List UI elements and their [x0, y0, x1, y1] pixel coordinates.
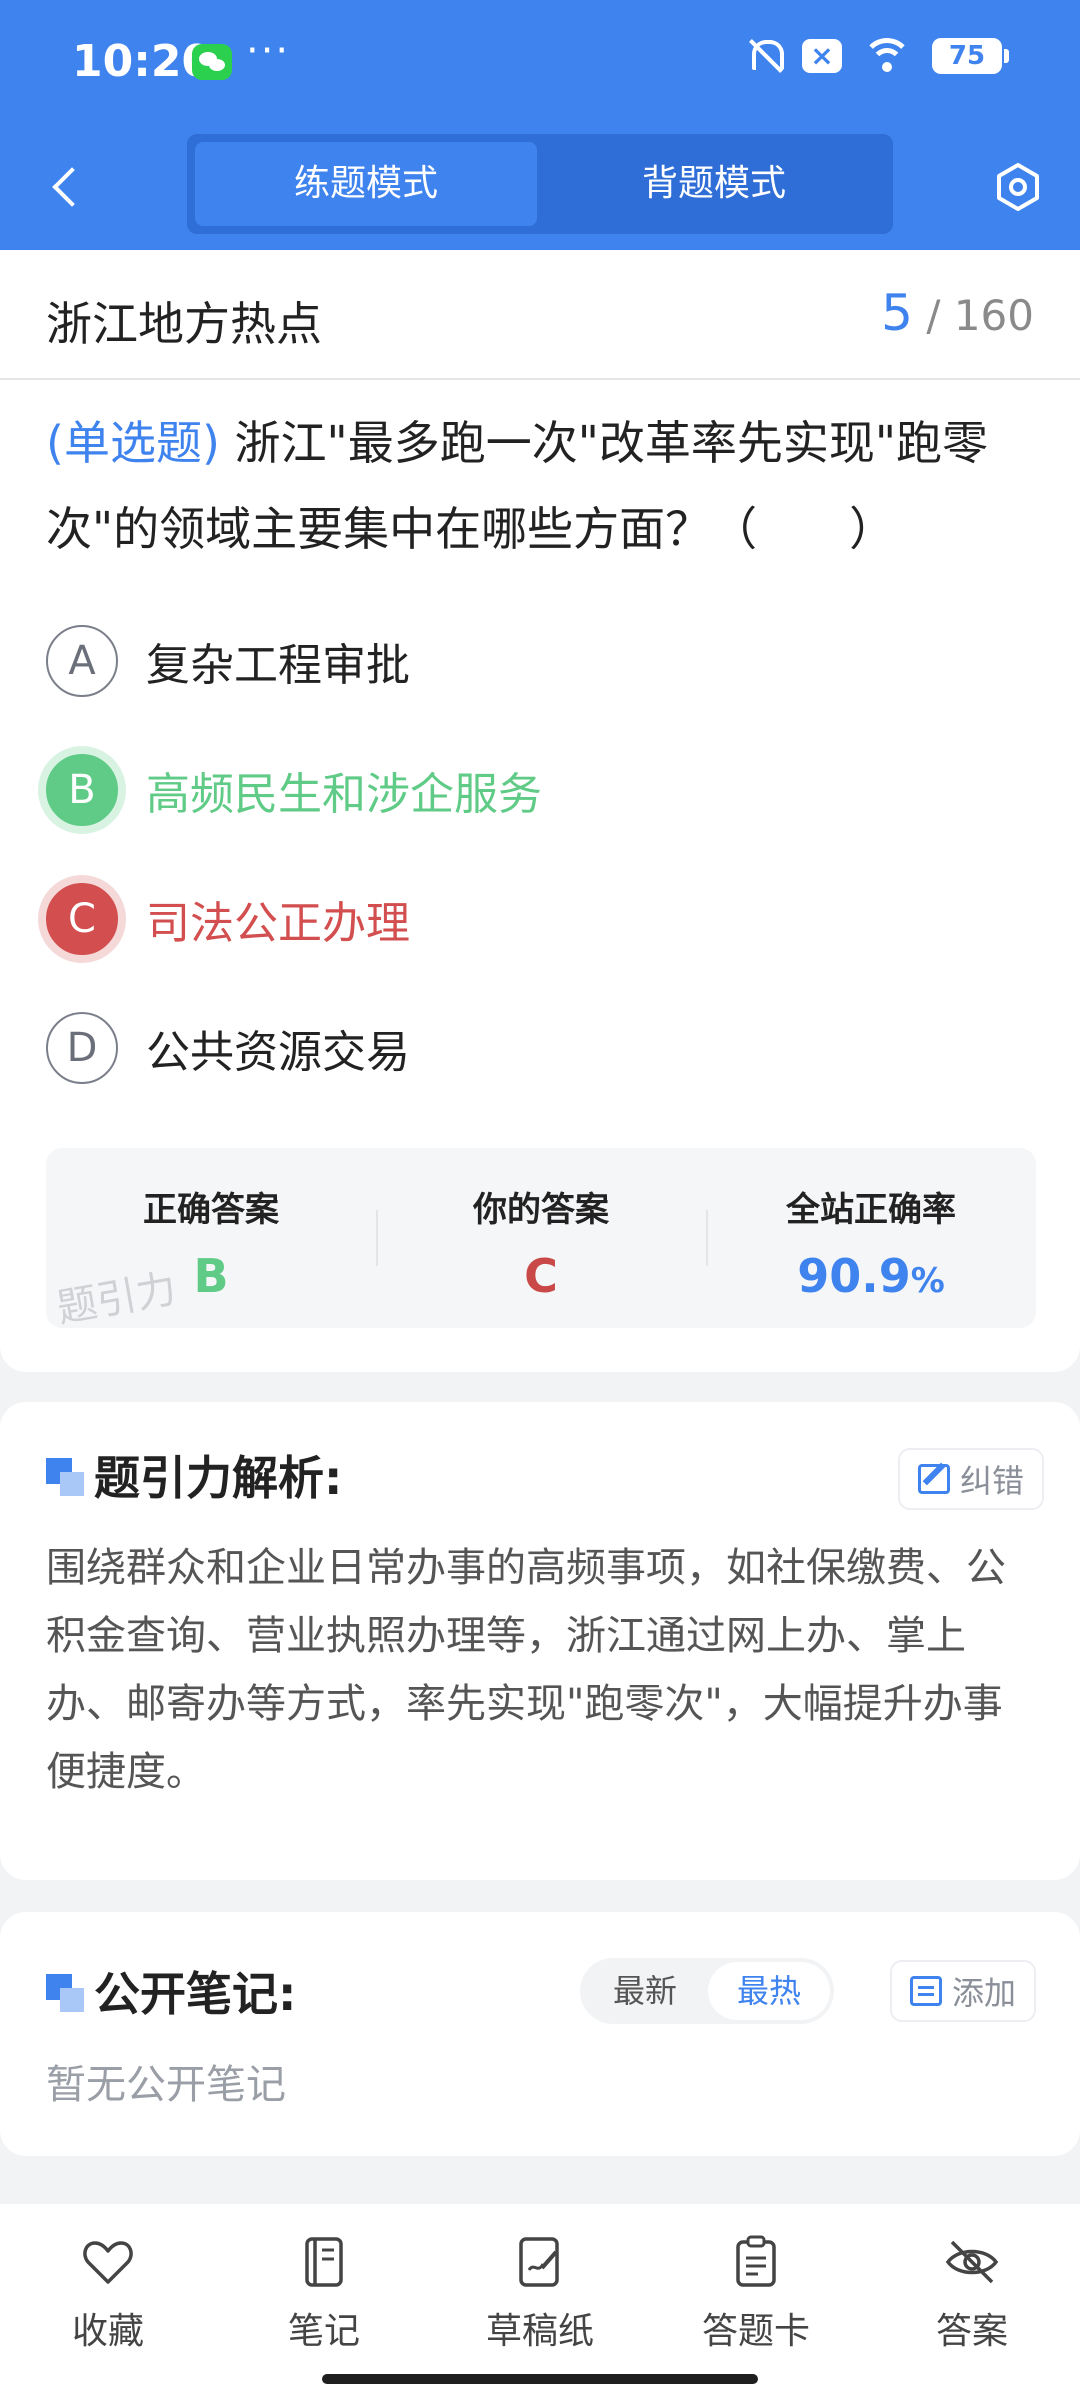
option-b-correct[interactable]: B 高频民生和涉企服务 [46, 753, 1036, 827]
progress-current: 5 [881, 284, 913, 342]
tab-practice-mode[interactable]: 练题模式 [195, 142, 537, 226]
draft-paper-label: 草稿纸 [485, 2311, 594, 2352]
category-title: 浙江地方热点 [46, 297, 322, 351]
accuracy-col: 全站正确率 90.9% [706, 1148, 1036, 1328]
question-type: (单选题) [46, 416, 220, 470]
analysis-title: 题引力解析: [94, 1451, 343, 1505]
wechat-icon [192, 44, 232, 80]
wifi-icon [862, 38, 912, 74]
report-error-button[interactable]: 纠错 [898, 1448, 1045, 1510]
draft-paper-icon [519, 2237, 559, 2287]
favorite-label: 收藏 [71, 2311, 144, 2352]
correct-answer-col: 正确答案 B 题引力 [46, 1148, 376, 1332]
option-label: 公共资源交易 [146, 1027, 410, 1078]
battery-icon: 75 [932, 38, 1009, 74]
report-error-label: 纠错 [960, 1462, 1025, 1500]
eye-off-icon [945, 2240, 999, 2284]
option-letter: C [46, 883, 118, 955]
section-icon [46, 1974, 84, 2012]
answer-sheet-icon [736, 2235, 776, 2287]
more-notifications-icon: ··· [246, 28, 291, 74]
close-box-icon: × [802, 39, 842, 73]
progress-total: 160 [953, 291, 1034, 340]
back-arrow-icon[interactable] [46, 165, 86, 209]
settings-icon[interactable] [992, 161, 1044, 213]
answer-sheet-button[interactable]: 答题卡 [676, 2234, 836, 2354]
home-indicator[interactable] [322, 2374, 758, 2384]
notes-card: 公开笔记: 最新 最热 添加 暂无公开笔记 [0, 1912, 1080, 2156]
answer-toggle-label: 答案 [935, 2311, 1008, 2352]
heart-icon [83, 2241, 133, 2284]
answer-summary: 正确答案 B 题引力 你的答案 C 全站正确率 90.9% [46, 1148, 1036, 1332]
tab-recite-mode[interactable]: 背题模式 [543, 142, 885, 226]
option-letter: B [46, 754, 118, 826]
your-answer-label: 你的答案 [473, 1190, 609, 1230]
answer-toggle-button[interactable]: 答案 [892, 2234, 1052, 2354]
option-label: 复杂工程审批 [146, 640, 410, 691]
option-label: 司法公正办理 [146, 898, 410, 949]
analysis-card: 题引力解析: 纠错 围绕群众和企业日常办事的高频事项，如社保缴费、公积金查询、营… [0, 1402, 1080, 1880]
add-note-label: 添加 [952, 1974, 1017, 2012]
correct-answer-label: 正确答案 [143, 1190, 279, 1230]
option-letter: D [46, 1012, 118, 1084]
notes-sort-toggle: 最新 最热 [580, 1958, 834, 2024]
section-icon [46, 1458, 84, 1496]
edit-icon [918, 1464, 950, 1494]
your-answer-col: 你的答案 C [376, 1148, 706, 1328]
option-c-wrong[interactable]: C 司法公正办理 [46, 882, 1036, 956]
app-header: 10:20 ··· × 75 练题模式 背题模式 [0, 0, 1080, 250]
favorite-button[interactable]: 收藏 [28, 2234, 188, 2354]
bottom-toolbar: 收藏 笔记 草稿纸 答题卡 答案 [0, 2204, 1080, 2400]
empty-notes-text: 暂无公开笔记 [46, 2062, 286, 2108]
option-a[interactable]: A 复杂工程审批 [46, 624, 1036, 698]
status-bar: 10:20 ··· × 75 [0, 0, 1080, 125]
category-row: 浙江地方热点 5 / 160 [0, 250, 1080, 380]
notebook-icon [305, 2237, 343, 2287]
notes-title: 公开笔记: [94, 1967, 297, 2021]
analysis-text: 围绕群众和企业日常办事的高频事项，如社保缴费、公积金查询、营业执照办理等，浙江通… [46, 1545, 1006, 1795]
sort-hot[interactable]: 最热 [708, 1962, 830, 2020]
your-answer-value: C [524, 1249, 558, 1303]
nav-bar: 练题模式 背题模式 [0, 125, 1080, 250]
mode-switch: 练题模式 背题模式 [187, 134, 893, 234]
option-d[interactable]: D 公共资源交易 [46, 1011, 1036, 1085]
note-icon [910, 1976, 942, 2006]
draft-paper-button[interactable]: 草稿纸 [460, 2234, 620, 2354]
question-card: 浙江地方热点 5 / 160 (单选题) 浙江"最多跑一次"改革率先实现"跑零次… [0, 250, 1080, 1372]
accuracy-label: 全站正确率 [786, 1190, 956, 1230]
answer-sheet-label: 答题卡 [701, 2311, 810, 2352]
question-text: (单选题) 浙江"最多跑一次"改革率先实现"跑零次"的领域主要集中在哪些方面？（… [46, 400, 1036, 572]
accuracy-value: 90.9% [797, 1249, 945, 1303]
notes-label: 笔记 [287, 2311, 360, 2352]
question-progress: 5 / 160 [881, 284, 1034, 342]
option-label: 高频民生和涉企服务 [146, 769, 542, 820]
notes-button[interactable]: 笔记 [244, 2234, 404, 2354]
option-letter: A [46, 625, 118, 697]
add-note-button[interactable]: 添加 [890, 1960, 1037, 2022]
bell-muted-icon [746, 36, 784, 76]
sort-latest[interactable]: 最新 [584, 1962, 706, 2020]
